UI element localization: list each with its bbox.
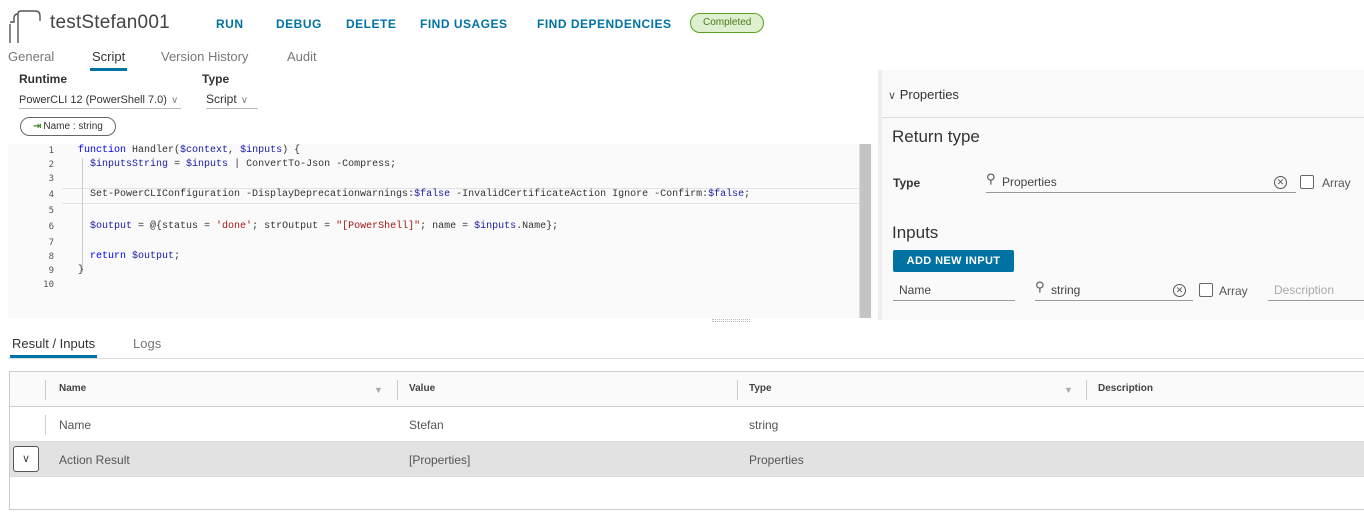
inputs-heading: Inputs [892,223,939,242]
type-select-value: Script [206,92,237,106]
line-number: 1 [48,146,54,156]
line-number: 9 [48,266,54,276]
input-pill-label: Name : string [43,121,103,132]
type-label: Type [202,72,230,86]
line-number: 7 [48,238,54,248]
chevron-down-icon: ∨ [240,95,249,106]
code-line-1: function Handler($context, $inputs) { [78,145,301,156]
input-array-label: Array [1219,284,1248,298]
tab-version-history[interactable]: Version History [161,49,248,64]
column-header-description[interactable]: Description [1098,383,1153,394]
document-icon [9,10,41,43]
chevron-down-icon[interactable]: ∨ [13,446,39,472]
return-array-checkbox[interactable] [1300,175,1314,189]
status-badge: Completed [690,13,765,33]
return-type-label: Type [893,176,921,190]
input-arrow-icon: ⇥ [33,121,42,132]
tab-result-inputs[interactable]: Result / Inputs [9,336,98,358]
type-select[interactable]: Script ∨ [206,92,258,109]
column-separator [45,380,46,400]
action-header: testStefan001 RUN DEBUG DELETE FIND USAG… [0,0,1364,46]
cell-type: Properties [749,453,804,467]
tab-general[interactable]: General [8,49,54,64]
cell-value: [Properties] [409,453,471,467]
tab-audit[interactable]: Audit [287,49,317,64]
column-header-name[interactable]: Name [59,383,86,394]
code-line-2: $inputsString = $inputs | ConvertTo-Json… [90,159,397,170]
line-number: 8 [48,252,54,262]
runtime-label: Runtime [19,72,67,86]
input-pill[interactable]: ⇥ Name : string [20,117,116,136]
runtime-select-value: PowerCLI 12 (PowerShell 7.0) [19,94,167,106]
table-row[interactable]: ∨ Action Result [Properties] Properties [10,442,1364,477]
code-line-4: Set-PowerCLIConfiguration -DisplayDeprec… [78,189,751,200]
return-type-heading: Return type [892,127,980,146]
line-number: 4 [48,190,54,200]
line-number: 3 [48,174,54,184]
runtime-select[interactable]: PowerCLI 12 (PowerShell 7.0) ∨ [19,94,181,109]
cell-value: Stefan [409,418,444,432]
search-icon: ⚲ [986,171,996,186]
clear-icon[interactable]: ✕ [1173,284,1186,297]
code-editor[interactable]: 1 2 3 4 5 6 7 8 9 10 function Handler($c… [8,144,873,318]
line-number: 10 [43,280,54,290]
properties-header: Properties [899,87,959,102]
result-grid: Name ▼ Value Type ▼ Description Name Ste… [9,371,1364,510]
input-array-checkbox[interactable] [1199,283,1213,297]
code-line-6: $output = @{status = 'done'; strOutput =… [90,221,559,232]
column-header-value[interactable]: Value [409,383,435,394]
line-number: 5 [48,206,54,216]
column-separator [737,380,738,400]
page-title: testStefan001 [50,12,170,33]
input-description-field[interactable]: Description [1268,279,1364,301]
tab-logs[interactable]: Logs [133,336,161,351]
clear-icon[interactable]: ✕ [1274,176,1287,189]
editor-scroll-thumb[interactable] [860,144,871,318]
input-name-value: Name [899,283,932,297]
add-new-input-button[interactable]: ADD NEW INPUT [893,250,1014,272]
chevron-down-icon: ∨ [170,95,179,106]
filter-icon[interactable]: ▼ [374,385,383,395]
split-handle[interactable] [712,319,750,322]
cell-name: Name [59,418,92,432]
table-row[interactable]: Name Stefan string [10,407,1364,442]
divider [8,358,1364,359]
code-line-9: } [78,265,85,276]
code-line-8: return $output; [90,251,181,262]
return-array-label: Array [1322,176,1351,190]
properties-toggle[interactable]: ∨ Properties [888,87,959,102]
return-type-value: Properties [1002,175,1057,189]
search-icon: ⚲ [1035,279,1045,294]
input-name-field[interactable]: Name [893,279,1015,301]
find-dependencies-button[interactable]: FIND DEPENDENCIES [537,17,672,31]
divider [882,117,1364,118]
debug-button[interactable]: DEBUG [276,17,322,31]
run-button[interactable]: RUN [216,17,244,31]
cell-name: Action Result [59,453,130,467]
tab-script[interactable]: Script [89,49,128,71]
line-number: 6 [48,222,54,232]
return-type-field[interactable]: ⚲ Properties [986,171,1296,193]
input-type-field[interactable]: ⚲ string [1035,279,1193,301]
find-usages-button[interactable]: FIND USAGES [420,17,508,31]
filter-icon[interactable]: ▼ [1064,385,1073,395]
cell-type: string [749,418,779,432]
grid-header: Name ▼ Value Type ▼ Description [10,372,1364,407]
line-number: 2 [48,160,54,170]
delete-button[interactable]: DELETE [346,17,396,31]
column-separator [45,415,46,435]
column-separator [1086,380,1087,400]
line-gutter: 1 2 3 4 5 6 7 8 9 10 [8,144,62,318]
description-placeholder: Description [1274,283,1335,297]
input-type-value: string [1051,283,1081,297]
column-separator [397,380,398,400]
column-header-type[interactable]: Type [749,383,772,394]
chevron-down-icon: ∨ [888,90,897,102]
